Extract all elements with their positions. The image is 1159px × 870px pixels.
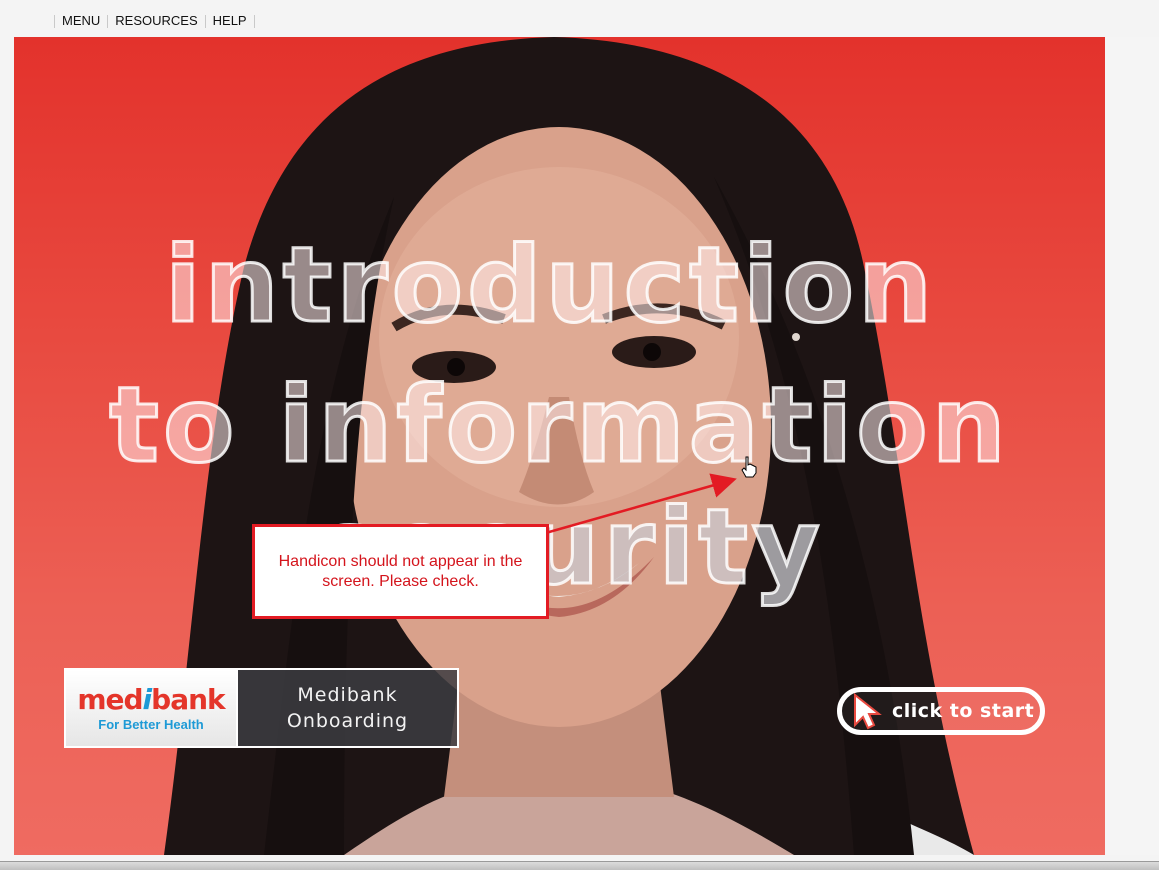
logo-wordmark: medibank [77,682,225,716]
hand-pointer-icon [741,456,757,478]
arrow-cursor-icon [854,692,882,730]
click-to-start-button[interactable]: click to start [837,687,1045,735]
nav-resources[interactable]: RESOURCES [108,12,204,30]
course-label-text: Medibank Onboarding [283,682,413,734]
top-nav: MENU RESOURCES HELP [54,12,255,30]
logo-tagline: For Better Health [98,716,204,732]
course-label: Medibank Onboarding [238,670,457,746]
logo-word-prefix: med [77,682,143,716]
review-comment-box: Handicon should not appear in the screen… [252,524,549,619]
review-comment-text: Handicon should not appear in the screen… [278,552,523,590]
nav-help[interactable]: HELP [206,12,254,30]
course-label-line-1: Medibank [297,684,398,706]
course-branding-panel: medibank For Better Health Medibank Onbo… [64,668,459,748]
nav-divider [253,14,255,28]
course-label-line-2: Onboarding [286,710,409,732]
nav-menu[interactable]: MENU [55,12,107,30]
stage-side-gutter [1105,37,1159,855]
logo-word-suffix: bank [151,682,225,716]
logo-word-i: i [142,682,153,716]
medibank-logo: medibank For Better Health [66,670,238,746]
start-button-label: click to start [892,700,1035,722]
